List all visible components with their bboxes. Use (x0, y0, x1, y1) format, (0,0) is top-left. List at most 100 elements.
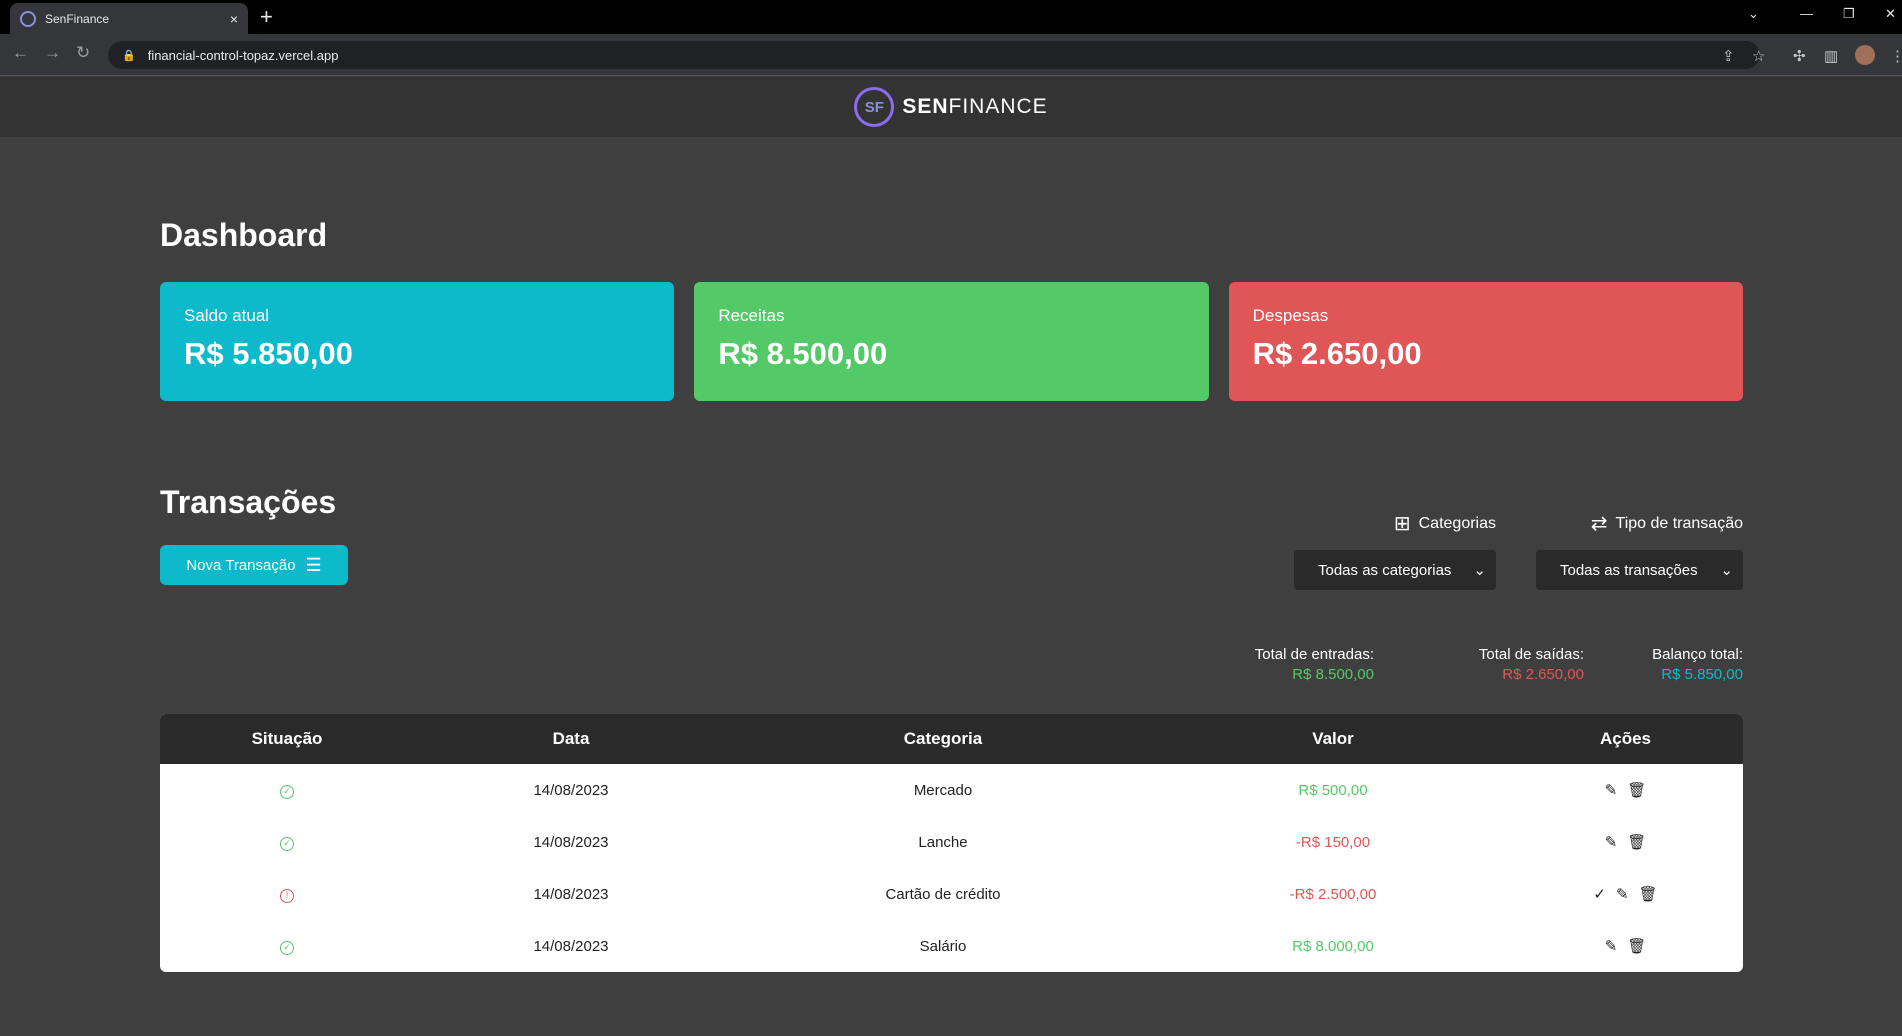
restore-icon[interactable]: ❐ (1843, 6, 1855, 22)
add-list-icon: ☰ (305, 554, 322, 575)
category-cell: Cartão de crédito (885, 885, 1001, 903)
total-in-label: Total de entradas: (1254, 646, 1374, 663)
income-card: Receitas R$ 8.500,00 (694, 282, 1209, 401)
value-cell: R$ 500,00 (1298, 781, 1368, 799)
extensions-icon[interactable]: ✣ (1793, 47, 1806, 65)
check-circle-icon: ✓ (280, 785, 294, 799)
balance-card: Saldo atual R$ 5.850,00 (160, 282, 675, 401)
chevron-down-icon: ⌄ (1473, 562, 1486, 579)
new-transaction-button[interactable]: Nova Transação ☰ (160, 545, 348, 585)
share-icon[interactable]: ⇪ (1722, 47, 1735, 65)
date-cell: 14/08/2023 (533, 937, 609, 955)
status-cell: ✓ (160, 833, 414, 851)
column-header: Categoria (903, 729, 983, 748)
value-cell: R$ 8.000,00 (1292, 937, 1374, 955)
close-window-icon[interactable]: ✕ (1885, 6, 1896, 22)
value-cell: -R$ 2.500,00 (1289, 885, 1377, 903)
forward-icon[interactable]: → (44, 43, 61, 63)
trash-icon[interactable]: 🗑 (1627, 781, 1646, 799)
address-bar[interactable]: 🔒 financial-control-topaz.vercel.app (108, 41, 1760, 69)
tab-search-icon[interactable]: ⌄ (1748, 6, 1759, 22)
tab-title: SenFinance (45, 11, 110, 26)
actions-cell: ✎ 🗑 (1508, 781, 1743, 799)
category-filter-label: ⊞ Categorias (1294, 511, 1496, 536)
status-cell: ✓ (160, 937, 414, 955)
column-header: Data (552, 729, 590, 748)
column-header: Situação (251, 729, 323, 748)
bookmark-star-icon[interactable]: ☆ (1752, 47, 1765, 65)
logo-text: SENFINANCE (902, 95, 1047, 119)
reload-icon[interactable]: ↻ (76, 43, 90, 63)
category-filter-text: Categorias (1418, 514, 1496, 532)
new-tab-button[interactable]: + (260, 4, 273, 30)
mark-paid-icon[interactable]: ✓ (1593, 885, 1606, 903)
edit-icon[interactable]: ✎ (1605, 937, 1618, 955)
category-cell: Salário (919, 937, 967, 955)
total-out-label: Total de saídas: (1478, 646, 1584, 663)
balance-label: Saldo atual (184, 306, 270, 325)
type-select[interactable]: Todas as transações ⌄ (1536, 550, 1743, 590)
total-in-value: R$ 8.500,00 (1292, 666, 1374, 683)
browser-menu-icon[interactable]: ⋮ (1890, 47, 1902, 65)
actions-cell: ✓ ✎ 🗑 (1508, 885, 1743, 903)
category-cell: Mercado (913, 781, 973, 799)
status-cell: ! (160, 885, 414, 903)
type-filter: ⇄ Tipo de transação Todas as transações … (1536, 511, 1743, 590)
category-select-value: Todas as categorias (1318, 561, 1452, 579)
total-balance-value: R$ 5.850,00 (1661, 666, 1743, 683)
type-select-value: Todas as transações (1560, 561, 1698, 579)
dashboard-title: Dashboard (160, 217, 328, 253)
transactions-table: Situação Data Categoria Valor Ações ✓ 14… (160, 714, 1743, 972)
categories-icon: ⊞ (1393, 513, 1411, 535)
actions-cell: ✎ 🗑 (1508, 833, 1743, 851)
date-cell: 14/08/2023 (533, 833, 609, 851)
edit-icon[interactable]: ✎ (1616, 885, 1629, 903)
profile-avatar[interactable] (1855, 45, 1875, 65)
date-cell: 14/08/2023 (533, 885, 609, 903)
check-circle-icon: ✓ (280, 837, 294, 851)
tab-close-icon[interactable]: × (230, 11, 238, 27)
side-panel-icon[interactable]: ▥ (1824, 47, 1838, 65)
expenses-value: R$ 2.650,00 (1252, 336, 1422, 371)
trash-icon[interactable]: 🗑 (1639, 885, 1658, 903)
table-header: Situação Data Categoria Valor Ações (160, 714, 1743, 764)
type-filter-text: Tipo de transação (1615, 514, 1743, 532)
browser-tab-strip: SenFinance × + ⌄ — ❐ ✕ (0, 0, 1902, 34)
status-cell: ✓ (160, 781, 414, 799)
swap-arrows-icon: ⇄ (1590, 513, 1608, 535)
total-out-value: R$ 2.650,00 (1502, 666, 1584, 683)
minimize-icon[interactable]: — (1800, 6, 1813, 21)
favicon-icon (20, 10, 36, 27)
logo-icon: SF (854, 87, 895, 127)
type-filter-label: ⇄ Tipo de transação (1536, 511, 1743, 536)
balance-value: R$ 5.850,00 (184, 336, 353, 371)
table-row: ✓ 14/08/2023 Mercado R$ 500,00 ✎ 🗑 (160, 764, 1743, 816)
expenses-card: Despesas R$ 2.650,00 (1228, 282, 1743, 401)
column-header: Valor (1312, 729, 1354, 748)
browser-tab[interactable]: SenFinance × (10, 3, 248, 34)
income-value: R$ 8.500,00 (718, 336, 888, 371)
income-label: Receitas (718, 306, 785, 325)
total-out: Total de saídas: R$ 2.650,00 (1420, 646, 1584, 683)
app-header: SF SENFINANCE (0, 77, 1902, 137)
trash-icon[interactable]: 🗑 (1627, 833, 1646, 851)
category-cell: Lanche (918, 833, 968, 851)
check-circle-icon: ✓ (280, 941, 294, 955)
date-cell: 14/08/2023 (533, 781, 609, 799)
column-header: Ações (1599, 729, 1652, 748)
total-balance-label: Balanço total: (1652, 646, 1743, 663)
trash-icon[interactable]: 🗑 (1627, 937, 1646, 955)
logo-bold: SEN (902, 95, 949, 118)
actions-cell: ✎ 🗑 (1508, 937, 1743, 955)
expenses-label: Despesas (1252, 306, 1329, 325)
url-text: financial-control-topaz.vercel.app (147, 47, 339, 63)
edit-icon[interactable]: ✎ (1605, 833, 1618, 851)
back-icon[interactable]: ← (12, 43, 29, 63)
total-balance: Balanço total: R$ 5.850,00 (1610, 646, 1743, 683)
category-select[interactable]: Todas as categorias ⌄ (1294, 550, 1496, 590)
table-row: ✓ 14/08/2023 Lanche -R$ 150,00 ✎ 🗑 (160, 816, 1743, 868)
table-row: ! 14/08/2023 Cartão de crédito -R$ 2.500… (160, 868, 1743, 920)
edit-icon[interactable]: ✎ (1605, 781, 1618, 799)
logo-rest: FINANCE (948, 95, 1048, 118)
summary-cards: Saldo atual R$ 5.850,00 Receitas R$ 8.50… (160, 282, 1743, 401)
